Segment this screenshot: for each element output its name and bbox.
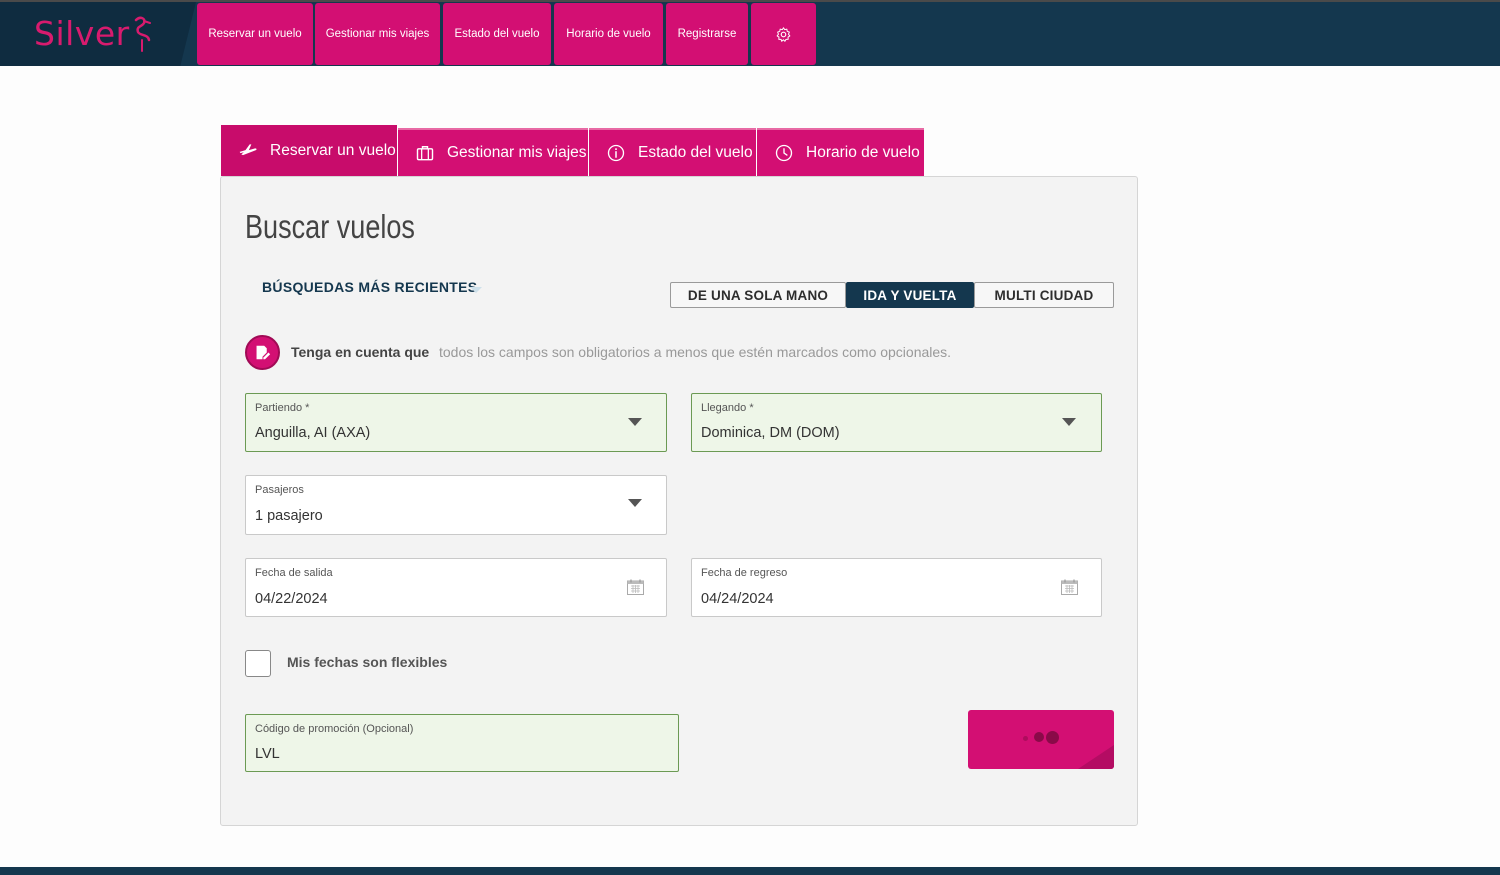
return-date-label: Fecha de regreso bbox=[701, 567, 788, 579]
nav-register[interactable]: Registrarse bbox=[666, 3, 748, 65]
button-corner-accent bbox=[1078, 745, 1114, 769]
logo-area[interactable]: Silver bbox=[0, 2, 196, 66]
nav-flight-schedule[interactable]: Horario de vuelo bbox=[554, 3, 663, 65]
nav-manage-trips[interactable]: Gestionar mis viajes bbox=[315, 3, 440, 65]
top-border-line bbox=[0, 0, 1500, 2]
departure-date-label: Fecha de salida bbox=[255, 567, 333, 579]
passengers-label: Pasajeros bbox=[255, 484, 304, 496]
departure-date-field[interactable]: Fecha de salida 04/22/2024 bbox=[245, 558, 667, 617]
destination-label: Llegando * bbox=[701, 402, 754, 414]
clock-icon bbox=[775, 144, 793, 162]
origin-value: Anguilla, AI (AXA) bbox=[255, 425, 371, 441]
tab-manage-trips-label: Gestionar mis viajes bbox=[447, 144, 587, 161]
chevron-down-icon bbox=[1062, 418, 1076, 426]
trip-type-multi-city[interactable]: MULTI CIUDAD bbox=[974, 282, 1114, 308]
logo-text: Silver bbox=[34, 14, 130, 53]
loading-dot bbox=[1034, 732, 1044, 742]
search-flights-button[interactable] bbox=[968, 710, 1114, 769]
tab-flight-status[interactable]: Estado del vuelo bbox=[589, 128, 756, 176]
tab-book-flight-label: Reservar un vuelo bbox=[270, 141, 396, 159]
destination-value: Dominica, DM (DOM) bbox=[701, 425, 840, 441]
gear-icon bbox=[776, 26, 791, 42]
chevron-down-icon bbox=[628, 499, 642, 507]
loading-dot bbox=[1046, 731, 1059, 744]
recent-searches-dropdown[interactable]: BÚSQUEDAS MÁS RECIENTES bbox=[262, 279, 477, 295]
passengers-select[interactable]: Pasajeros 1 pasajero bbox=[245, 475, 667, 535]
chevron-down-icon bbox=[628, 418, 642, 426]
trip-type-round-trip[interactable]: IDA Y VUELTA bbox=[846, 282, 974, 308]
edit-document-icon bbox=[256, 345, 271, 360]
notice-text: todos los campos son obligatorios a meno… bbox=[439, 344, 952, 360]
plane-icon bbox=[239, 143, 257, 155]
notice-strong: Tenga en cuenta que bbox=[291, 344, 430, 360]
return-date-value: 04/24/2024 bbox=[701, 591, 774, 607]
tab-flight-status-label: Estado del vuelo bbox=[638, 144, 753, 161]
tab-flight-schedule[interactable]: Horario de vuelo bbox=[757, 128, 924, 176]
calendar-icon[interactable] bbox=[627, 579, 644, 595]
page-title: Buscar vuelos bbox=[245, 208, 415, 245]
tab-manage-trips[interactable]: Gestionar mis viajes bbox=[398, 128, 588, 176]
note-icon bbox=[245, 335, 280, 370]
flexible-dates-checkbox[interactable] bbox=[245, 650, 271, 677]
footer-bar bbox=[0, 867, 1500, 875]
calendar-icon[interactable] bbox=[1061, 579, 1078, 595]
flamingo-logo-icon bbox=[134, 16, 151, 52]
info-icon bbox=[607, 144, 625, 162]
top-navigation-bar: Silver Reservar un vuelo Gestionar mis v… bbox=[0, 0, 1500, 66]
promo-code-value: LVL bbox=[255, 746, 280, 762]
nav-flight-status[interactable]: Estado del vuelo bbox=[443, 3, 551, 65]
destination-select[interactable]: Llegando * Dominica, DM (DOM) bbox=[691, 393, 1102, 452]
tab-book-flight[interactable]: Reservar un vuelo bbox=[221, 125, 397, 176]
promo-code-label: Código de promoción (Opcional) bbox=[255, 723, 414, 735]
departure-date-value: 04/22/2024 bbox=[255, 591, 328, 607]
origin-label: Partiendo * bbox=[255, 402, 310, 414]
tab-flight-schedule-label: Horario de vuelo bbox=[806, 144, 920, 161]
loading-dot bbox=[1023, 736, 1028, 741]
promo-code-field[interactable]: Código de promoción (Opcional) LVL bbox=[245, 714, 679, 772]
nav-settings-button[interactable] bbox=[751, 3, 816, 65]
return-date-field[interactable]: Fecha de regreso 04/24/2024 bbox=[691, 558, 1102, 617]
flexible-dates-label[interactable]: Mis fechas son flexibles bbox=[287, 654, 447, 670]
chevron-down-icon bbox=[470, 287, 482, 293]
passengers-value: 1 pasajero bbox=[255, 508, 323, 524]
trip-type-one-way[interactable]: DE UNA SOLA MANO bbox=[670, 282, 846, 308]
nav-book-flight[interactable]: Reservar un vuelo bbox=[197, 3, 313, 65]
briefcase-icon bbox=[416, 146, 434, 161]
origin-select[interactable]: Partiendo * Anguilla, AI (AXA) bbox=[245, 393, 667, 452]
